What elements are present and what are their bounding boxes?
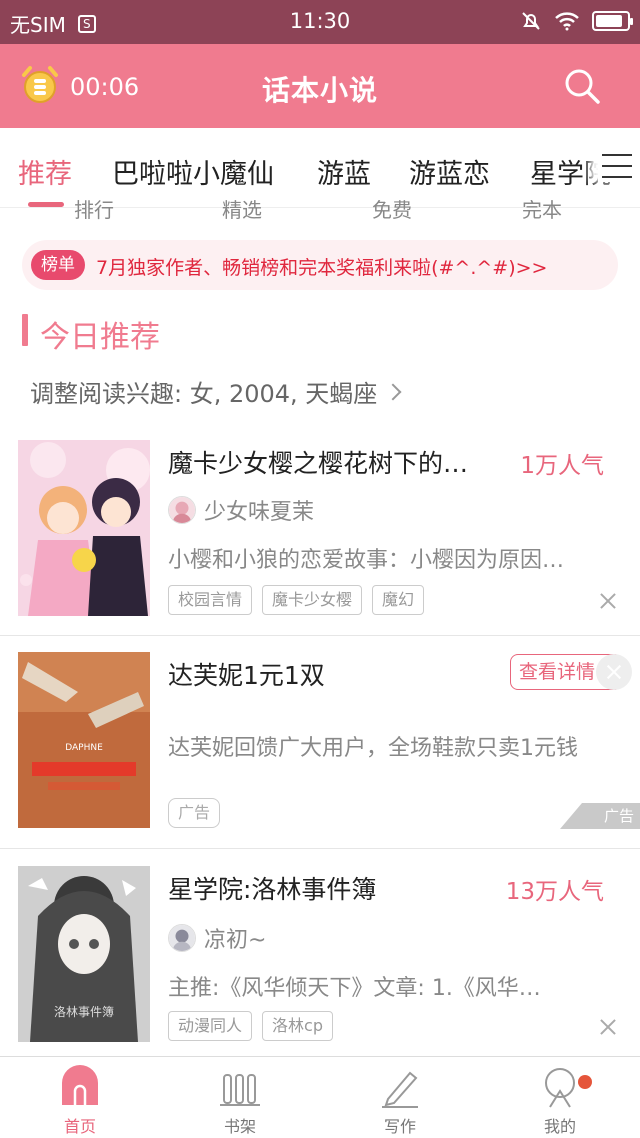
book-tag[interactable]: 魔卡少女樱	[262, 585, 363, 615]
svg-text:洛林事件簿: 洛林事件簿	[54, 1004, 114, 1019]
notice-badge: 榜单	[31, 250, 85, 280]
divider	[0, 635, 640, 636]
notice-banner[interactable]: 榜单 7月独家作者、畅销榜和完本奖福利来啦(#^.^#)>>	[22, 240, 618, 290]
dismiss-icon[interactable]	[600, 593, 616, 609]
nav-write[interactable]: 写作	[340, 1065, 460, 1137]
battery-icon	[592, 11, 633, 31]
interest-settings-link[interactable]: 调整阅读兴趣: 女, 2004, 天蝎座	[30, 374, 402, 409]
tab-youlan[interactable]: 游蓝	[317, 152, 371, 191]
book-description: 小樱和小狼的恋爱故事：小樱因为原因…	[168, 548, 565, 573]
book-item[interactable]: 魔卡少女樱之樱花树下的… 1万人气 少女味夏茉 小樱和小狼的恋爱故事：小樱因为原…	[0, 440, 640, 635]
profile-icon	[545, 1068, 575, 1108]
nav-profile[interactable]: 我的	[500, 1065, 620, 1137]
nav-home-label: 首页	[63, 1117, 96, 1136]
tab-youlanlian[interactable]: 游蓝恋	[409, 152, 490, 191]
author-row: 凉初~	[168, 922, 266, 954]
chevron-right-icon	[384, 383, 402, 400]
divider	[0, 848, 640, 849]
ad-item[interactable]: DAPHNE 达芙妮1元1双 查看详情 达芙妮回馈广大用户，全场鞋款只卖1元钱 …	[0, 652, 640, 848]
dismiss-icon[interactable]	[600, 1019, 616, 1035]
tab-recommend[interactable]: 推荐	[18, 152, 72, 191]
ad-description: 达芙妮回馈广大用户，全场鞋款只卖1元钱	[168, 736, 578, 761]
bookshelf-icon	[220, 1074, 260, 1106]
ad-corner-badge: 广告	[560, 803, 640, 829]
close-ad-icon[interactable]	[596, 654, 632, 690]
notice-text: 7月独家作者、畅销榜和完本奖福利来啦(#^.^#)>>	[96, 257, 548, 279]
notification-dot	[578, 1075, 592, 1089]
wifi-icon	[555, 12, 579, 31]
nav-write-label: 写作	[383, 1117, 416, 1136]
app-header: 00:06 话本小说	[0, 44, 640, 128]
tag-list: 动漫同人 洛林cp	[168, 1011, 333, 1041]
tag-list: 校园言情 魔卡少女樱 魔幻	[168, 585, 425, 615]
shortcut-free[interactable]: 免费	[372, 200, 412, 220]
nav-bookshelf[interactable]: 书架	[180, 1065, 300, 1137]
section-title: 今日推荐	[40, 320, 160, 355]
book-tag[interactable]: 动漫同人	[168, 1011, 253, 1041]
book-description: 主推:《风华倾天下》文章: 1.《风华…	[168, 976, 541, 1001]
shortcut-featured[interactable]: 精选	[222, 200, 262, 220]
battery-level	[596, 15, 622, 27]
book-cover: 洛林事件簿	[18, 866, 150, 1042]
author-avatar	[168, 496, 196, 524]
tab-balala[interactable]: 巴啦啦小魔仙	[112, 152, 274, 191]
book-title: 魔卡少女樱之樱花树下的…	[168, 449, 469, 478]
popularity-label: 13万人气	[505, 879, 604, 905]
status-right	[520, 10, 633, 32]
author-avatar	[168, 924, 196, 952]
nav-profile-label: 我的	[543, 1117, 576, 1136]
home-icon	[62, 1065, 98, 1105]
interest-text: 调整阅读兴趣: 女, 2004, 天蝎座	[30, 380, 378, 408]
nav-home[interactable]: 首页	[20, 1065, 140, 1137]
ad-title: 达芙妮1元1双	[168, 661, 325, 690]
ad-label-tag: 广告	[168, 798, 221, 828]
book-title: 星学院:洛林事件簿	[168, 875, 377, 904]
nav-bookshelf-label: 书架	[223, 1117, 256, 1136]
book-tag[interactable]: 洛林cp	[262, 1011, 333, 1041]
shortcut-row: 排行 精选 免费 完本	[0, 200, 640, 220]
mute-icon	[522, 12, 540, 30]
author-name: 凉初~	[204, 928, 267, 953]
search-icon[interactable]	[562, 66, 602, 106]
bottom-navigation: 首页 书架 写作 我的	[0, 1056, 640, 1138]
book-tag[interactable]: 校园言情	[168, 585, 253, 615]
author-row: 少女味夏茉	[168, 494, 314, 526]
shortcut-finished[interactable]: 完本	[522, 200, 562, 220]
author-name: 少女味夏茉	[204, 500, 315, 525]
status-bar: 无SIM S 11:30	[0, 0, 640, 44]
category-tabs: 推荐 巴啦啦小魔仙 游蓝 游蓝恋 星学院	[0, 128, 640, 208]
svg-text:DAPHNE: DAPHNE	[65, 743, 103, 753]
ad-image: DAPHNE	[18, 652, 150, 828]
shortcut-rank[interactable]: 排行	[74, 200, 114, 220]
book-tag[interactable]: 魔幻	[372, 585, 425, 615]
section-marker	[22, 314, 28, 346]
popularity-label: 1万人气	[520, 453, 604, 479]
book-item[interactable]: 洛林事件簿 星学院:洛林事件簿 13万人气 凉初~ 主推:《风华倾天下》文章: …	[0, 866, 640, 1056]
menu-icon[interactable]	[598, 154, 632, 182]
app-title: 话本小说	[261, 74, 378, 107]
pen-icon	[382, 1071, 418, 1108]
book-cover	[18, 440, 150, 616]
